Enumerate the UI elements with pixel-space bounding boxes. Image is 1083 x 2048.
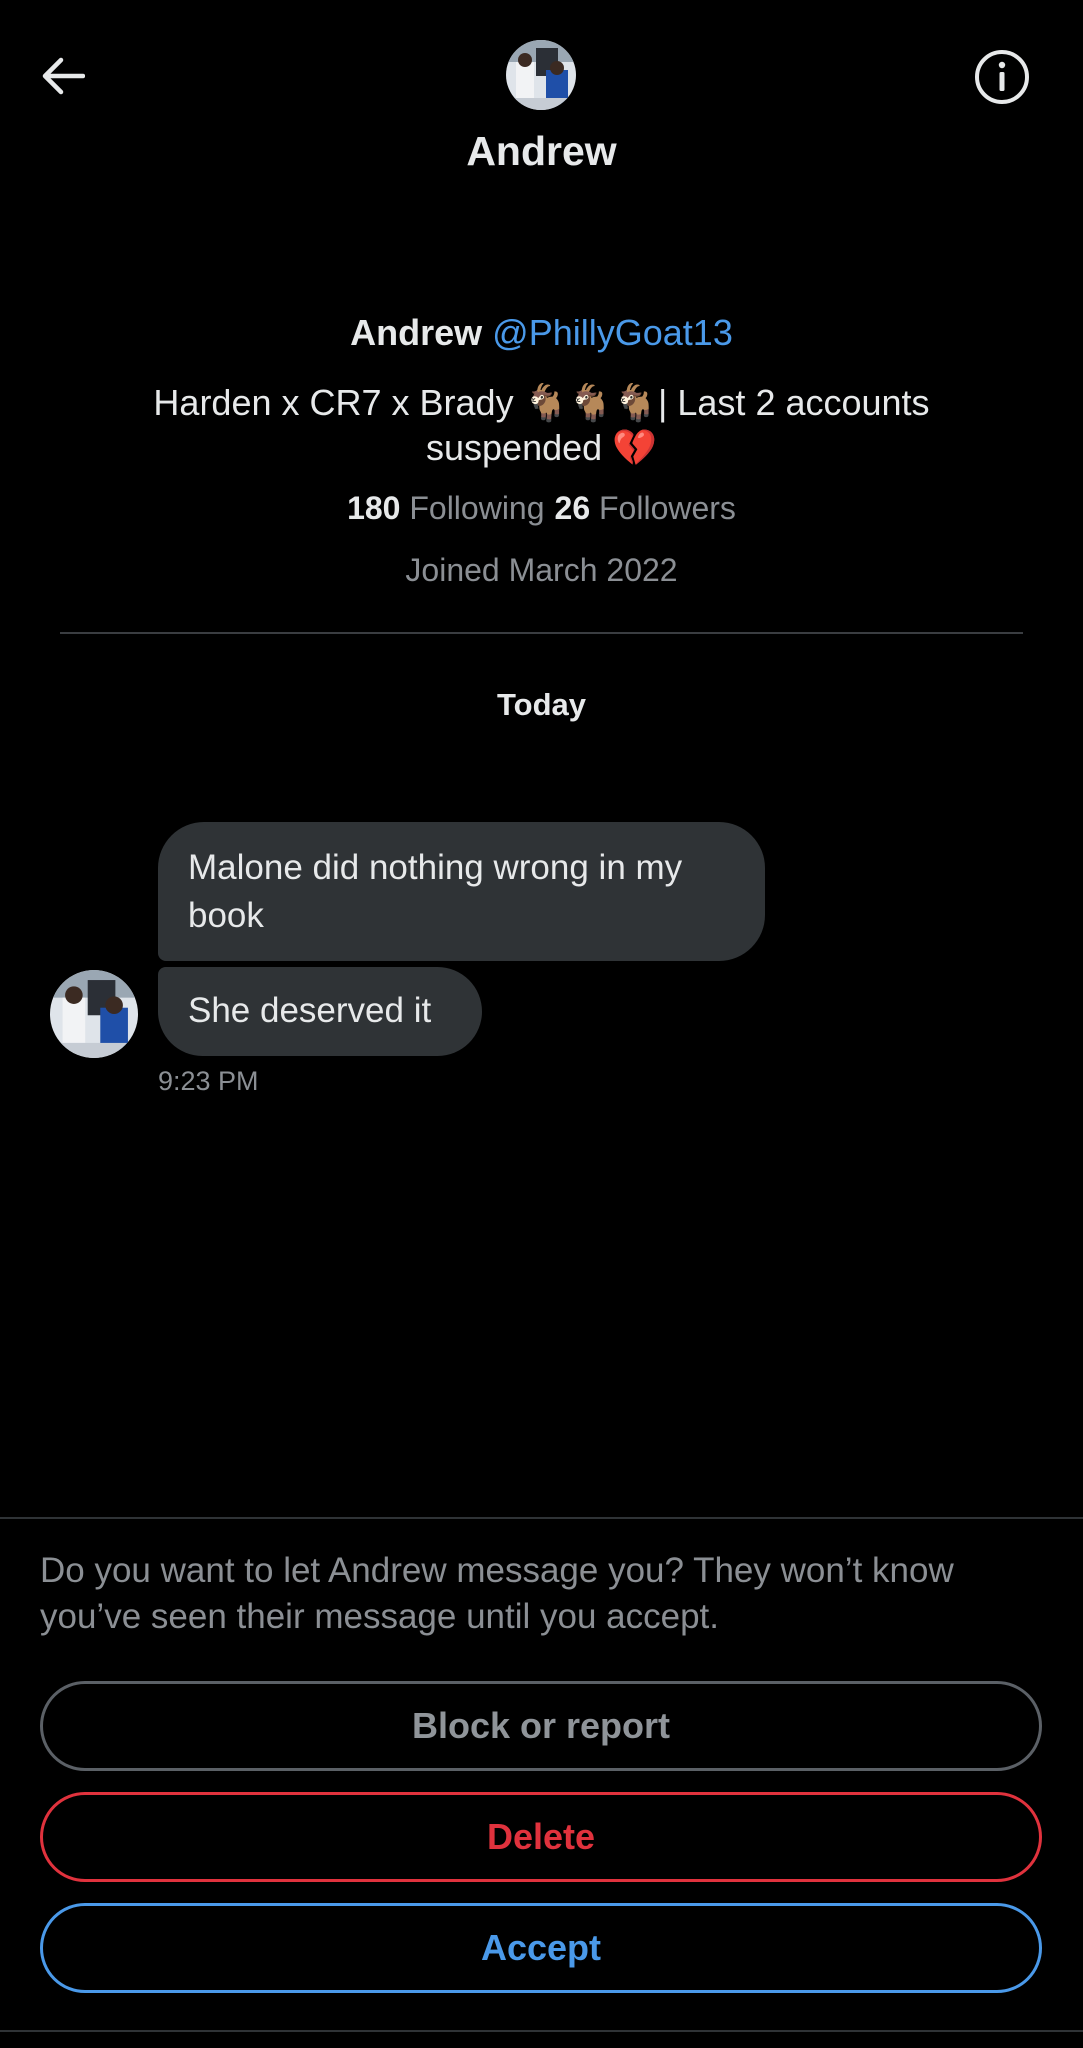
joined-date: Joined March 2022: [405, 552, 678, 588]
following-stat[interactable]: 180 Following: [347, 490, 544, 526]
profile-name[interactable]: Andrew: [350, 312, 482, 353]
sender-avatar[interactable]: [50, 970, 138, 1058]
page-title: Andrew: [466, 128, 617, 174]
message-timestamp: 9:23 PM: [158, 1066, 259, 1096]
followers-stat[interactable]: 26 Followers: [555, 490, 736, 526]
block-or-report-button[interactable]: Block or report: [40, 1681, 1042, 1771]
following-count: 180: [347, 490, 401, 526]
arrow-left-icon: [42, 57, 85, 95]
following-label: Following: [409, 490, 545, 526]
profile-name-row: Andrew @PhillyGoat13: [0, 312, 1083, 354]
profile-handle[interactable]: @PhillyGoat13: [492, 312, 733, 353]
info-icon: [975, 50, 1029, 104]
accept-button[interactable]: Accept: [40, 1903, 1042, 1993]
bottom-divider: [0, 2030, 1083, 2032]
avatar[interactable]: [506, 40, 576, 110]
message-request-prompt: Do you want to let Andrew message you? T…: [40, 1551, 954, 1636]
panel-divider: [0, 1517, 1083, 1519]
info-button[interactable]: [972, 47, 1032, 107]
back-button[interactable]: [30, 48, 94, 104]
followers-label: Followers: [599, 490, 736, 526]
followers-count: 26: [554, 490, 591, 526]
profile-bio: Harden x CR7 x Brady 🐐🐐🐐| Last 2 account…: [153, 382, 930, 468]
delete-button[interactable]: Delete: [40, 1792, 1042, 1882]
divider: [60, 632, 1023, 634]
profile-stats: 180 Following 26 Followers: [0, 490, 1083, 527]
date-separator: Today: [497, 687, 586, 722]
message-bubble[interactable]: She deserved it: [158, 967, 482, 1056]
message-bubble[interactable]: Malone did nothing wrong in my book: [158, 822, 765, 961]
